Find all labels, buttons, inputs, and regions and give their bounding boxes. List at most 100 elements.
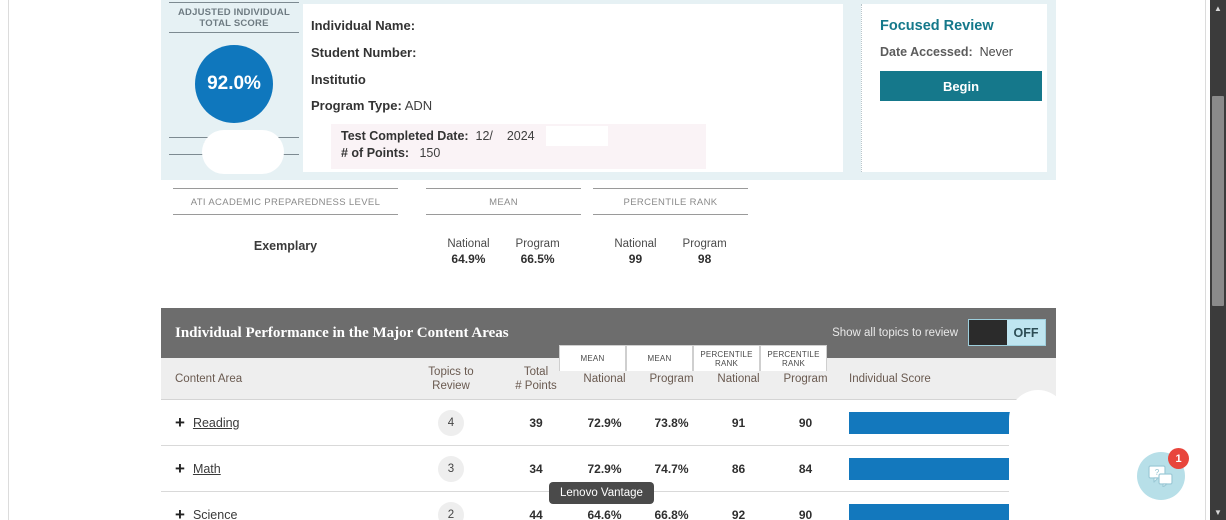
percentile-rank-header: PERCENTILE RANK bbox=[593, 188, 748, 215]
row-percentile-national: 86 bbox=[731, 461, 746, 476]
chat-unread-badge: 1 bbox=[1168, 448, 1189, 469]
scrollbar-down-arrow[interactable]: ▼ bbox=[1210, 504, 1226, 520]
test-completed-label: Test Completed Date: bbox=[341, 129, 469, 144]
column-header-individual-score: Individual Score bbox=[849, 372, 931, 385]
column-header-mean-program: Program bbox=[649, 372, 694, 385]
topics-count-badge: 4 bbox=[438, 409, 464, 436]
row-content-area-cell: + Reading bbox=[161, 414, 401, 431]
toggle-knob[interactable] bbox=[969, 320, 1007, 345]
scrollbar-thumb[interactable] bbox=[1212, 96, 1224, 306]
topics-header-line2: Review bbox=[432, 379, 470, 392]
info-row-test-completed: Test Completed Date: 12/ 2024 bbox=[341, 126, 696, 147]
row-topics-cell: 4 bbox=[401, 409, 501, 436]
show-all-topics-toggle-wrap: Show all topics to review OFF bbox=[832, 319, 1046, 346]
student-info-panel: Individual Name: Student Number: Institu… bbox=[303, 4, 843, 172]
row-topics-cell: 3 bbox=[401, 455, 501, 482]
row-topics-cell: 2 bbox=[401, 501, 501, 520]
begin-button[interactable]: Begin bbox=[880, 71, 1042, 101]
mean-header: MEAN bbox=[426, 188, 581, 215]
expand-plus-icon[interactable]: + bbox=[175, 414, 185, 431]
expand-plus-icon[interactable]: + bbox=[175, 506, 185, 520]
scrollbar-up-arrow[interactable]: ▲ bbox=[1210, 0, 1226, 16]
show-all-topics-label: Show all topics to review bbox=[832, 326, 958, 339]
points-header-line1: Total bbox=[523, 365, 549, 378]
performance-title: Individual Performance in the Major Cont… bbox=[175, 324, 509, 341]
toggle-state-label: OFF bbox=[1013, 325, 1039, 340]
info-row-student-number: Student Number: bbox=[311, 45, 843, 62]
percentile-national-value: 99 bbox=[628, 252, 643, 266]
mean-national-label: National bbox=[447, 238, 490, 250]
topics-header-line1: Topics to bbox=[428, 365, 474, 378]
column-header-percentile-program: Program bbox=[783, 372, 828, 385]
total-score-circle: 92.0% bbox=[195, 45, 273, 123]
focused-review-date: Date Accessed: Never bbox=[880, 45, 1047, 59]
program-type-label: Program Type: bbox=[311, 98, 402, 114]
row-percentile-national: 92 bbox=[731, 507, 746, 520]
test-details-block: Test Completed Date: 12/ 2024 # of Point… bbox=[331, 4, 706, 170]
row-percentile-national: 91 bbox=[731, 415, 746, 430]
mini-tab-2-line1: PERCENTILE bbox=[700, 349, 753, 359]
info-row-institution: Institutio bbox=[311, 72, 843, 87]
total-score-value: 92.0% bbox=[207, 73, 261, 94]
test-block-redaction bbox=[613, 4, 699, 44]
topics-count-badge: 2 bbox=[438, 501, 464, 520]
info-row-individual-name: Individual Name: bbox=[311, 18, 843, 35]
student-number-label: Student Number: bbox=[311, 45, 417, 61]
percentile-national-label: National bbox=[614, 238, 657, 250]
individual-name-redaction bbox=[418, 19, 619, 35]
stats-strip: ATI ACADEMIC PREPAREDNESS LEVEL Exemplar… bbox=[161, 188, 1056, 288]
column-header-content-area: Content Area bbox=[175, 372, 243, 385]
row-percentile-program: 90 bbox=[798, 415, 813, 430]
info-row-program-type: Program Type: ADN bbox=[311, 98, 843, 113]
row-mean-program: 73.8% bbox=[654, 415, 689, 430]
content-area-link[interactable]: Reading bbox=[193, 416, 240, 430]
percentile-rank-column: PERCENTILE RANK National 99 Program 98 bbox=[593, 188, 748, 267]
mean-body: National 64.9% Program 66.5% bbox=[426, 215, 581, 267]
lenovo-vantage-tooltip: Lenovo Vantage bbox=[549, 482, 654, 504]
percentile-national-pair: National 99 bbox=[614, 237, 656, 267]
info-row-points: # of Points: 150 bbox=[341, 146, 696, 160]
row-total-points: 39 bbox=[529, 415, 543, 430]
score-redaction-overlay bbox=[202, 130, 284, 174]
mean-program-value: 66.5% bbox=[520, 252, 555, 266]
row-mean-program: 74.7% bbox=[654, 461, 689, 476]
percentile-program-value: 98 bbox=[697, 252, 712, 266]
row-mean-national: 72.9% bbox=[587, 415, 622, 430]
score-label-line2: TOTAL SCORE bbox=[199, 18, 269, 29]
row-content-area-cell: + Science bbox=[161, 506, 401, 520]
column-header-topics-to-review: Topics to Review bbox=[401, 365, 501, 393]
row-mean-national: 64.6% bbox=[587, 507, 622, 520]
chat-help-widget[interactable]: ? 1 bbox=[1137, 448, 1189, 500]
content-area-link[interactable]: Math bbox=[193, 462, 221, 476]
vertical-scrollbar[interactable]: ▲ ▼ bbox=[1210, 0, 1226, 520]
row-mean-national: 72.9% bbox=[587, 461, 622, 476]
table-row[interactable]: + Reading 4 39 72.9% 73.8% 91 90 bbox=[161, 400, 1056, 446]
row-percentile-program: 84 bbox=[798, 461, 813, 476]
cursor-occlusion-overlay-2 bbox=[1023, 414, 1063, 520]
mean-column: MEAN National 64.9% Program 66.5% bbox=[426, 188, 581, 267]
column-header-percentile-national: National bbox=[717, 372, 760, 385]
adjusted-total-score-label: ADJUSTED INDIVIDUAL TOTAL SCORE bbox=[169, 2, 299, 33]
preparedness-level-value: Exemplary bbox=[253, 239, 318, 253]
row-total-points: 34 bbox=[529, 461, 543, 476]
column-header-mean-national: National bbox=[583, 372, 626, 385]
preparedness-level-body: Exemplary bbox=[173, 215, 398, 255]
summary-card: ADJUSTED INDIVIDUAL TOTAL SCORE 92.0% YO… bbox=[161, 0, 1056, 180]
expand-plus-icon[interactable]: + bbox=[175, 460, 185, 477]
percentile-program-pair: Program 98 bbox=[683, 237, 727, 267]
percentile-program-label: Program bbox=[682, 238, 727, 250]
individual-name-label: Individual Name: bbox=[311, 18, 416, 33]
percentile-rank-body: National 99 Program 98 bbox=[593, 215, 748, 267]
focused-review-panel: Focused Review Date Accessed: Never Begi… bbox=[861, 4, 1047, 172]
mini-tab-3-line1: PERCENTILE bbox=[767, 349, 820, 359]
mini-tab-3-line2: RANK bbox=[781, 358, 805, 368]
mean-national-pair: National 64.9% bbox=[447, 237, 489, 267]
show-all-topics-toggle[interactable]: OFF bbox=[968, 319, 1046, 346]
page-frame: ADJUSTED INDIVIDUAL TOTAL SCORE 92.0% YO… bbox=[8, 0, 1206, 520]
points-label: # of Points: bbox=[341, 146, 410, 161]
program-type-value: ADN bbox=[404, 98, 433, 114]
mini-tab-mean-program: MEAN bbox=[626, 345, 693, 371]
date-accessed-value: Never bbox=[979, 45, 1013, 59]
content-area-link[interactable]: Science bbox=[193, 508, 237, 520]
test-date-redaction bbox=[546, 126, 608, 147]
